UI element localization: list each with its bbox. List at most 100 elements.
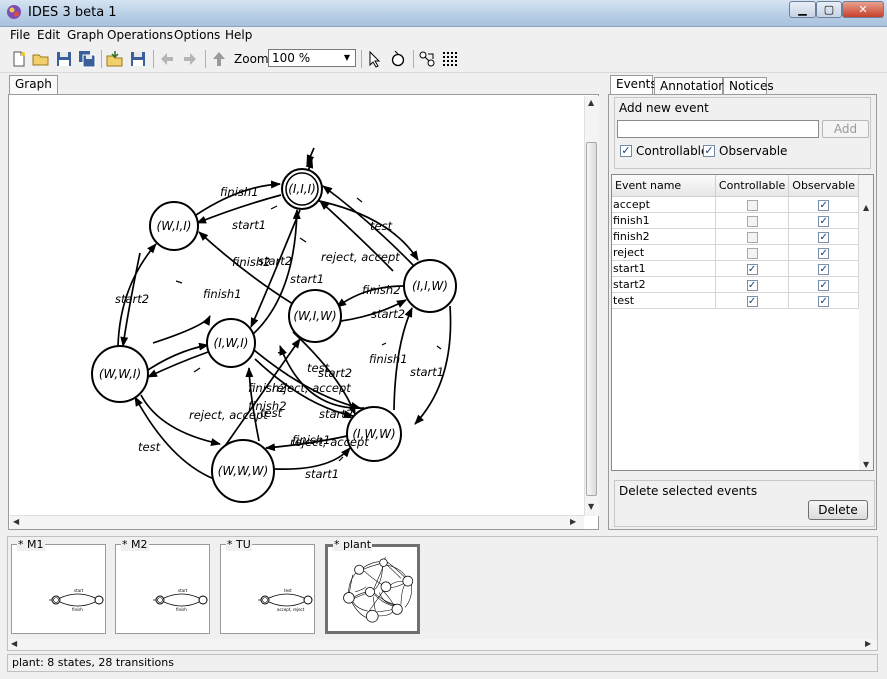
state-node[interactable]: (W,W,I) [91,345,149,403]
new-file-icon[interactable] [10,50,28,68]
mini-edge [348,572,356,593]
observable-checkbox[interactable]: ✓ [818,199,830,211]
tab-notices[interactable]: Notices [723,77,774,94]
table-row[interactable]: reject ✓ [612,244,859,261]
state-label: (W,W,W) [218,464,269,478]
state-node[interactable]: (I,I,I) [281,168,323,210]
event-name-cell[interactable]: accept [612,196,716,213]
edge-label: start2 [258,254,292,268]
column-header-event-name[interactable]: Event name [612,175,716,197]
scroll-right-icon[interactable]: ▶ [865,639,871,648]
state-label: (I,I,W) [412,279,448,293]
graph-canvas[interactable]: (I,I,I) (W,I,I) (I,W,I) (W,I,W) (I,I,W) (W,W,… [10,96,584,515]
tab-graph[interactable]: Graph [9,75,58,94]
toolbar: Zoom: 100 % ▼ [0,46,887,73]
scroll-down-icon[interactable]: ▼ [863,460,869,469]
event-name-cell[interactable]: test [612,292,716,309]
maximize-button[interactable]: ▢ [816,1,842,18]
events-table-scrollbar[interactable]: ▲ ▼ [859,175,873,470]
table-row[interactable]: start2 ✓ ✓ [612,276,859,293]
graph-vertical-scrollbar[interactable]: ▲ ▼ [584,96,599,516]
column-header-observable[interactable]: Observable [788,175,859,197]
export-icon[interactable] [129,50,147,68]
scrollbar-thumb[interactable] [586,142,597,496]
observable-checkbox[interactable]: ✓ [818,247,830,259]
menu-operations[interactable]: Operations [107,28,173,42]
thumbnail-tu[interactable]: * TU test accept, reject [220,538,315,634]
open-folder-icon[interactable] [32,50,50,68]
menu-graph[interactable]: Graph [67,28,104,42]
transition-edge[interactable] [152,315,211,344]
menu-file[interactable]: File [10,28,30,42]
controllable-checkbox[interactable] [746,231,758,243]
layout-graph-icon[interactable] [418,50,436,68]
thumbnail-m1[interactable]: * M1 start finish [11,538,106,634]
delete-button[interactable]: Delete [808,500,868,520]
thumbnail-scrollbar[interactable]: ◀ ▶ [8,639,877,650]
event-name-cell[interactable]: start2 [612,276,716,293]
table-row[interactable]: finish2 ✓ [612,228,859,245]
event-name-cell[interactable]: finish1 [612,212,716,229]
event-name-input[interactable] [617,120,819,138]
create-node-icon[interactable] [389,50,407,68]
select-pointer-icon[interactable] [366,50,384,68]
state-node[interactable]: (W,I,W) [288,289,342,343]
edge-label: test [138,440,161,454]
state-node[interactable]: (I,I,W) [403,259,457,313]
controllable-checkbox[interactable]: ✓ [620,145,632,157]
controllable-checkbox[interactable]: ✓ [746,263,758,275]
scroll-up-icon[interactable]: ▲ [588,98,594,107]
minimize-button[interactable]: ▁ [789,1,816,18]
event-name-cell[interactable]: reject [612,244,716,261]
scroll-left-icon[interactable]: ◀ [13,517,19,526]
observable-checkbox[interactable]: ✓ [818,263,830,275]
menu-edit[interactable]: Edit [37,28,60,42]
observable-checkbox[interactable]: ✓ [818,231,830,243]
redo-icon[interactable] [181,50,199,68]
import-icon[interactable] [106,50,124,68]
observable-checkbox[interactable]: ✓ [703,145,715,157]
zoom-select[interactable]: 100 % ▼ [268,49,356,67]
undo-icon[interactable] [158,50,176,68]
controllable-checkbox[interactable] [746,199,758,211]
graph-horizontal-scrollbar[interactable]: ◀ ▶ [10,515,584,529]
controllable-checkbox[interactable] [746,215,758,227]
scroll-left-icon[interactable]: ◀ [11,639,17,648]
status-bar: plant: 8 states, 28 transitions [7,654,878,672]
save-icon[interactable] [55,50,73,68]
state-node[interactable]: (W,I,I) [149,201,199,251]
state-node[interactable]: (I,W,I) [206,318,256,368]
up-level-icon[interactable] [210,50,228,68]
controllable-checkbox[interactable] [746,247,758,259]
scroll-down-icon[interactable]: ▼ [588,502,594,511]
controllable-checkbox[interactable]: ✓ [746,279,758,291]
scroll-up-icon[interactable]: ▲ [863,203,869,212]
observable-checkbox[interactable]: ✓ [818,279,830,291]
observable-checkbox[interactable]: ✓ [818,215,830,227]
menu-options[interactable]: Options [174,28,220,42]
close-button[interactable]: ✕ [842,1,884,18]
tab-events[interactable]: Events [610,75,657,95]
table-row[interactable]: finish1 ✓ [612,212,859,229]
graph-panel: (I,I,I) (W,I,I) (I,W,I) (W,I,W) (I,I,W) (W,W,… [8,94,599,530]
add-event-button[interactable]: Add [822,120,869,138]
state-node[interactable]: (W,W,W) [211,439,275,503]
state-node[interactable]: (I,W,W) [346,406,402,462]
menu-help[interactable]: Help [225,28,252,42]
save-all-icon[interactable] [78,50,96,68]
column-header-controllable[interactable]: Controllable [715,175,790,197]
table-row[interactable]: test ✓ ✓ [612,292,859,309]
add-event-title: Add new event [619,101,709,115]
thumbnail-plant[interactable]: * plant [325,538,420,634]
table-row[interactable]: accept ✓ [612,196,859,213]
transition-edge[interactable] [274,447,351,470]
observable-checkbox[interactable]: ✓ [818,295,830,307]
grid-icon[interactable] [441,50,459,68]
event-name-cell[interactable]: start1 [612,260,716,277]
thumbnail-m2[interactable]: * M2 start finish [115,538,210,634]
table-row[interactable]: start1 ✓ ✓ [612,260,859,277]
controllable-checkbox[interactable]: ✓ [746,295,758,307]
scroll-right-icon[interactable]: ▶ [570,517,576,526]
event-name-cell[interactable]: finish2 [612,228,716,245]
tab-annotations[interactable]: Annotations [654,77,732,94]
